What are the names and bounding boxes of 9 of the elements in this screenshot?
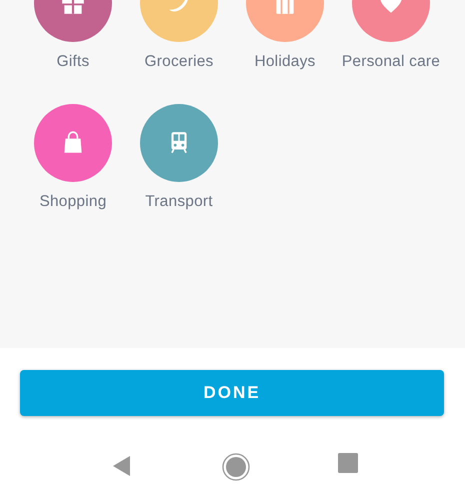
done-button[interactable]: DONE bbox=[20, 370, 444, 416]
category-label: Holidays bbox=[254, 52, 316, 72]
home-icon[interactable] bbox=[222, 453, 250, 481]
recents-icon[interactable] bbox=[338, 453, 358, 473]
category-label: Gifts bbox=[56, 52, 90, 72]
category-label: Transport bbox=[145, 192, 213, 212]
category-label: Personal care bbox=[342, 52, 440, 72]
category-label: Groceries bbox=[144, 52, 214, 72]
category-label: Shopping bbox=[39, 192, 107, 212]
